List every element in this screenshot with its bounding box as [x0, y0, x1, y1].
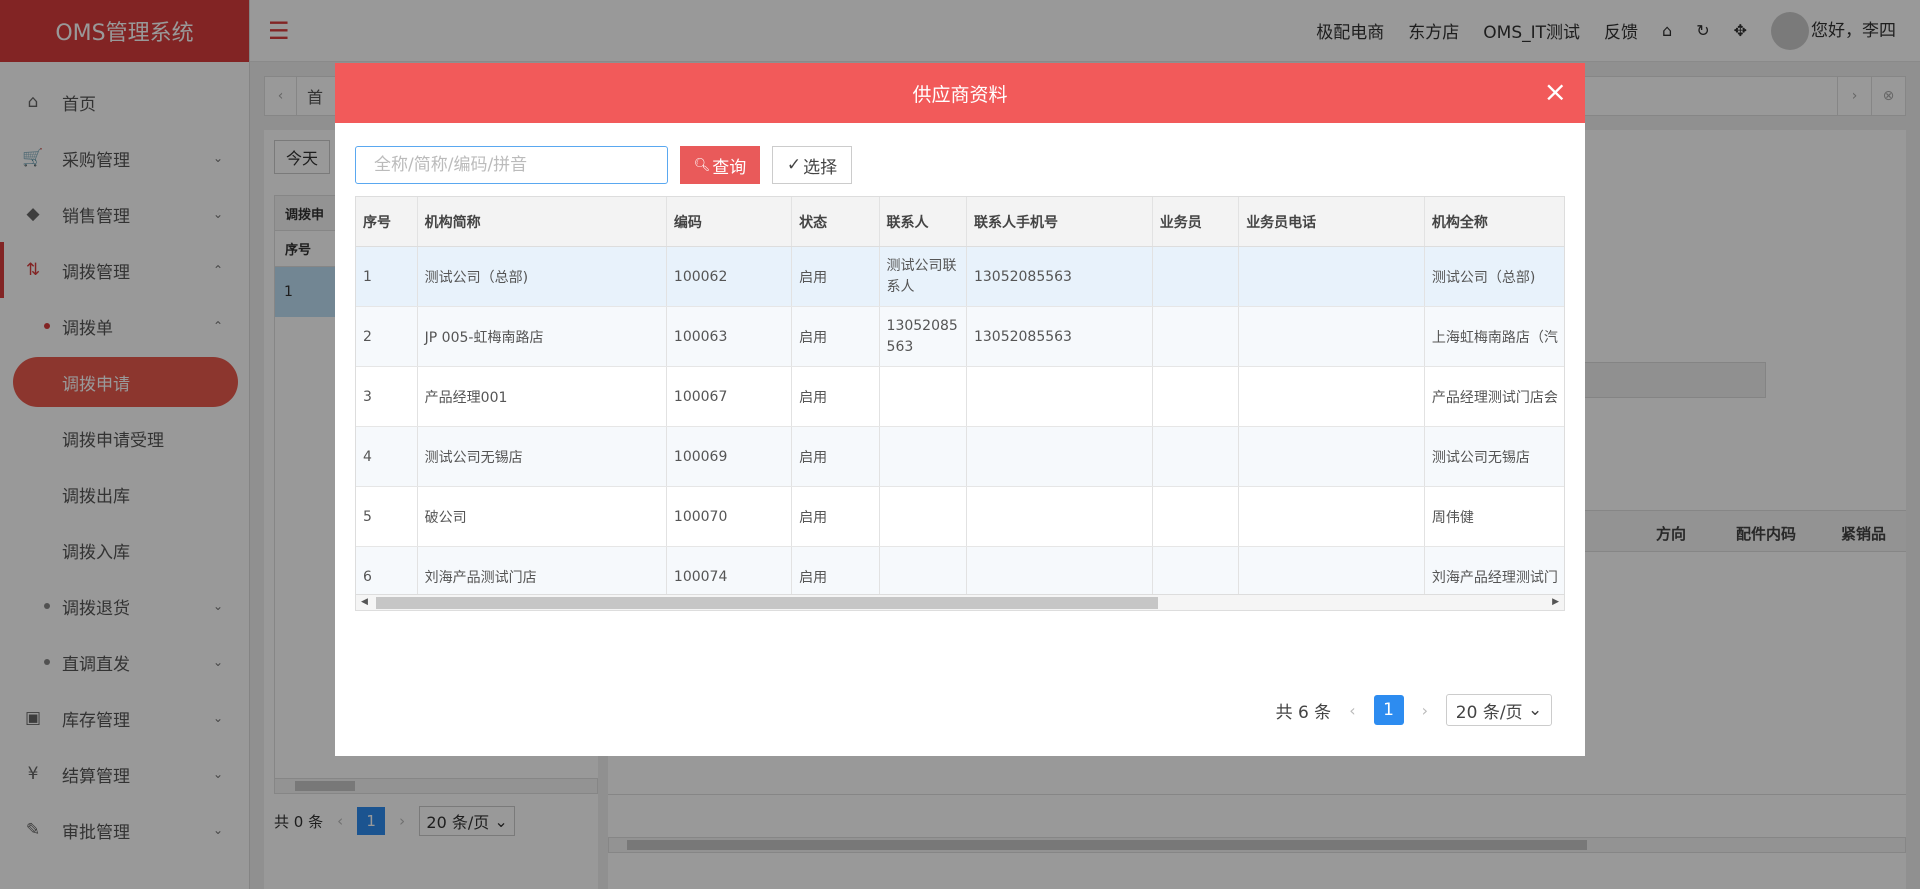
table-cell: 13052085563 — [880, 307, 967, 366]
table-cell — [1239, 427, 1425, 486]
dialog-header: 供应商资料 × — [335, 63, 1585, 123]
table-cell — [880, 367, 967, 426]
supplier-table: 序号 机构简称 编码 状态 联系人 联系人手机号 业务员 业务员电话 机构全称 … — [355, 196, 1565, 611]
table-cell: 3 — [356, 367, 418, 426]
choose-button[interactable]: ✓ 选择 — [772, 146, 852, 184]
table-cell: 测试公司（总部) — [1431, 269, 1536, 286]
column-header[interactable]: 编码 — [667, 197, 793, 246]
dialog-pager: 共 6 条 ‹ 1 › 20 条/页 ⌄ — [1276, 694, 1552, 726]
query-button[interactable]: 🔍︎ 查询 — [680, 146, 760, 184]
column-header[interactable]: 业务员电话 — [1239, 197, 1425, 246]
table-cell: 产品经理测试门店会 — [1431, 389, 1558, 406]
table-row[interactable]: 3 产品经理001 100067 启用 产品经理测试门店会 — [356, 367, 1564, 427]
table-header: 序号 机构简称 编码 状态 联系人 联系人手机号 业务员 业务员电话 机构全称 — [356, 197, 1564, 247]
table-cell: 上海虹梅南路店（汽 — [1431, 329, 1558, 346]
table-row[interactable]: 5 破公司 100070 启用 周伟健 — [356, 487, 1564, 547]
page-button[interactable]: 1 — [1373, 695, 1404, 725]
table-cell: 启用 — [792, 487, 880, 546]
table-cell — [1153, 427, 1240, 486]
table-cell — [1239, 307, 1425, 366]
table-cell: 启用 — [792, 367, 880, 426]
table-cell: 启用 — [792, 307, 880, 366]
table-cell — [967, 367, 1153, 426]
dialog-title: 供应商资料 — [912, 83, 1008, 106]
column-header[interactable]: 机构简称 — [418, 197, 667, 246]
table-cell: 100063 — [667, 307, 793, 366]
table-cell: 100062 — [667, 247, 793, 306]
arrow-left-icon[interactable]: ◀ — [361, 597, 368, 607]
column-header[interactable]: 联系人手机号 — [967, 197, 1153, 246]
table-row[interactable]: 4 测试公司无锡店 100069 启用 测试公司无锡店 — [356, 427, 1564, 487]
table-cell — [880, 427, 967, 486]
total-count: 共 6 条 — [1275, 702, 1332, 723]
table-cell — [967, 427, 1153, 486]
table-cell — [1153, 487, 1240, 546]
table-cell: 测试公司无锡店 — [1431, 449, 1530, 466]
table-cell: 13052085563 — [967, 307, 1153, 366]
search-icon: 🔍︎ — [693, 157, 711, 173]
scrollbar[interactable]: ◀ ▶ — [356, 594, 1564, 610]
table-cell: 破公司 — [418, 487, 667, 546]
table-cell: 100070 — [667, 487, 793, 546]
table-cell: JP 005-虹梅南路店 — [418, 307, 667, 366]
search-input[interactable] — [355, 146, 668, 184]
table-cell — [1153, 367, 1240, 426]
chevron-right-icon[interactable]: › — [1422, 701, 1428, 720]
table-cell: 2 — [356, 307, 418, 366]
supplier-dialog: 供应商资料 × 🔍︎查询 ✓选择 序号 机构简称 编码 状态 联系人 联系人手机… — [335, 63, 1585, 756]
table-cell: 测试公司无锡店 — [418, 427, 667, 486]
table-cell — [1153, 247, 1240, 306]
check-icon: ✓ — [786, 155, 802, 175]
table-cell — [1239, 247, 1425, 306]
table-cell — [880, 487, 967, 546]
table-cell: 5 — [356, 487, 418, 546]
page-size-select[interactable]: 20 条/页 ⌄ — [1446, 694, 1552, 726]
table-body: 1 测试公司（总部) 100062 启用 测试公司联系人 13052085563 测试公司（… — [356, 247, 1564, 607]
table-cell — [967, 487, 1153, 546]
chevron-left-icon[interactable]: ‹ — [1349, 701, 1355, 720]
table-cell: 启用 — [792, 427, 880, 486]
table-cell — [1239, 487, 1425, 546]
column-header[interactable]: 业务员 — [1153, 197, 1240, 246]
table-cell: 100067 — [667, 367, 793, 426]
table-cell — [1239, 367, 1425, 426]
table-cell — [1153, 307, 1240, 366]
table-cell: 测试公司（总部) — [418, 247, 667, 306]
table-cell: 100069 — [667, 427, 793, 486]
column-header[interactable]: 序号 — [356, 197, 418, 246]
table-cell: 4 — [356, 427, 418, 486]
table-cell: 周伟健 — [1431, 509, 1474, 526]
dialog-toolbar: 🔍︎查询 ✓选择 — [355, 146, 852, 184]
close-icon[interactable]: × — [1544, 77, 1567, 107]
arrow-right-icon[interactable]: ▶ — [1552, 597, 1559, 607]
table-cell: 启用 — [792, 247, 880, 306]
table-cell: 产品经理001 — [418, 367, 667, 426]
column-header[interactable]: 状态 — [792, 197, 880, 246]
table-row[interactable]: 2 JP 005-虹梅南路店 100063 启用 13052085563 13052085… — [356, 307, 1564, 367]
table-cell: 13052085563 — [967, 247, 1153, 306]
table-cell: 1 — [356, 247, 418, 306]
table-row[interactable]: 1 测试公司（总部) 100062 启用 测试公司联系人 13052085563 测试公司（… — [356, 247, 1564, 307]
column-header[interactable]: 联系人 — [880, 197, 967, 246]
scrollbar-thumb[interactable] — [376, 597, 1158, 609]
table-cell: 测试公司联系人 — [880, 247, 967, 306]
column-header[interactable]: 机构全称 — [1425, 197, 1564, 246]
